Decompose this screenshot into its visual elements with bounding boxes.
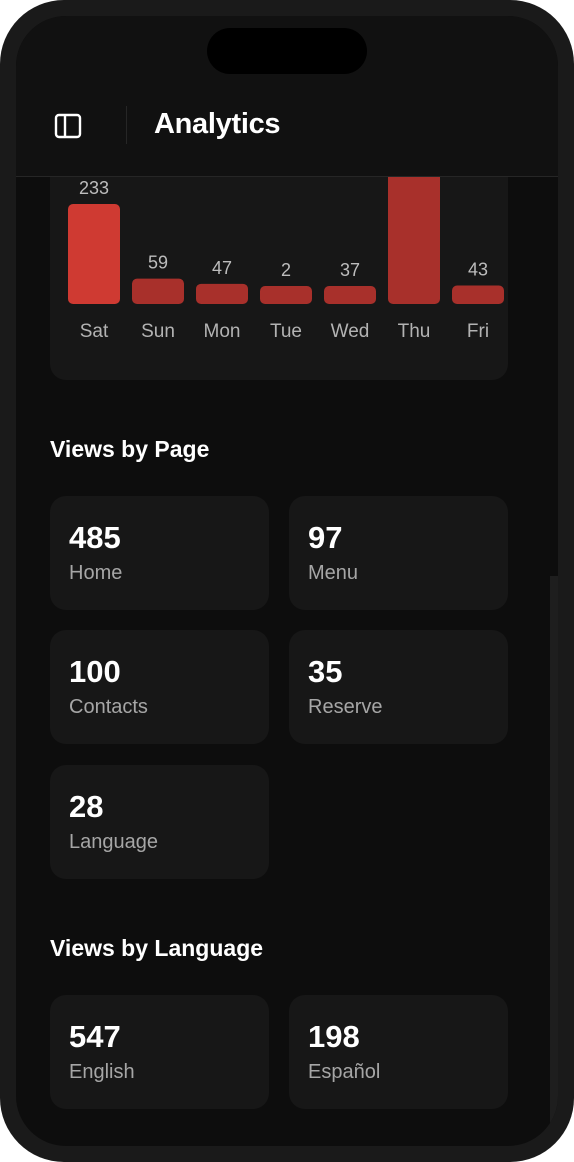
page-stat-home[interactable]: 485 Home bbox=[50, 496, 269, 610]
page-title: Analytics bbox=[154, 108, 281, 140]
stat-label: Español bbox=[308, 1061, 381, 1083]
stat-value: 198 bbox=[308, 1019, 360, 1054]
bar-tue[interactable] bbox=[260, 286, 312, 304]
app-screen: 233 Sat 59 Sun 47 Mon 2 Tue 37 Wed Thu 43 Fri Views … bbox=[16, 16, 558, 1146]
day-label: Tue bbox=[270, 321, 302, 342]
views-by-language-title: Views by Language bbox=[50, 935, 264, 961]
stat-label: Contacts bbox=[69, 696, 148, 718]
stat-value: 100 bbox=[69, 654, 121, 689]
stat-value: 28 bbox=[69, 789, 104, 824]
day-label: Mon bbox=[204, 321, 241, 342]
bar-mon[interactable] bbox=[196, 283, 248, 304]
language-stat-espanol[interactable]: 198 Español bbox=[289, 995, 508, 1109]
sidebar-toggle-icon bbox=[54, 113, 82, 139]
page-stat-reserve[interactable]: 35 Reserve bbox=[289, 630, 508, 744]
bar-value-label: 43 bbox=[468, 260, 488, 280]
bar-sun[interactable] bbox=[132, 278, 184, 304]
bar-value-label: 233 bbox=[79, 178, 109, 198]
stat-value: 547 bbox=[69, 1019, 121, 1054]
sidebar-toggle-button[interactable] bbox=[52, 110, 84, 142]
day-label: Sat bbox=[80, 321, 109, 342]
header-divider bbox=[126, 106, 127, 144]
page-stat-menu[interactable]: 97 Menu bbox=[289, 496, 508, 610]
day-label: Wed bbox=[331, 321, 370, 342]
bar-value-label: 2 bbox=[281, 260, 291, 280]
stat-label: Language bbox=[69, 831, 158, 853]
bar-value-label: 47 bbox=[212, 258, 232, 278]
scrollbar-track[interactable] bbox=[550, 576, 558, 1136]
day-label: Sun bbox=[141, 321, 175, 342]
phone-frame: 233 Sat 59 Sun 47 Mon 2 Tue 37 Wed Thu 43 Fri Views … bbox=[0, 0, 574, 1162]
bar-value-label: 37 bbox=[340, 260, 360, 280]
views-by-page-title: Views by Page bbox=[50, 436, 210, 462]
stat-label: English bbox=[69, 1061, 135, 1083]
stat-label: Home bbox=[69, 562, 123, 584]
stat-value: 485 bbox=[69, 520, 121, 555]
stat-label: Reserve bbox=[308, 696, 383, 718]
bar-sat[interactable] bbox=[68, 204, 120, 304]
stat-value: 97 bbox=[308, 520, 343, 555]
dynamic-island bbox=[207, 28, 367, 74]
bar-wed[interactable] bbox=[324, 286, 376, 304]
day-label: Fri bbox=[467, 321, 489, 342]
page-stat-contacts[interactable]: 100 Contacts bbox=[50, 630, 269, 744]
page-stat-language[interactable]: 28 Language bbox=[50, 765, 269, 879]
language-stat-english[interactable]: 547 English bbox=[50, 995, 269, 1109]
stat-label: Menu bbox=[308, 562, 359, 584]
bar-fri[interactable] bbox=[452, 285, 504, 304]
stat-value: 35 bbox=[308, 654, 343, 689]
day-label: Thu bbox=[398, 321, 431, 342]
bar-value-label: 59 bbox=[148, 253, 168, 273]
